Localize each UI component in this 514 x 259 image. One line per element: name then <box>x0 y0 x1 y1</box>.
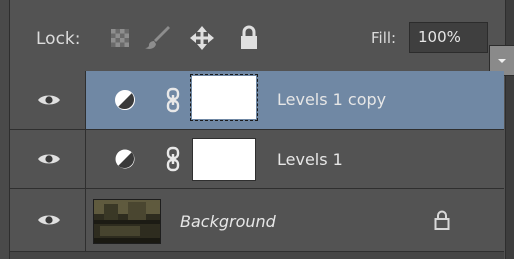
layers-panel: Lock: Fill: 100% Levels 1 copy Levels 1 … <box>0 0 514 259</box>
eye-icon <box>38 154 60 164</box>
chain-link-icon[interactable] <box>166 146 180 172</box>
layer-row-background[interactable]: Background <box>10 189 504 252</box>
layer-mask-thumbnail[interactable] <box>190 74 258 121</box>
layer-row-levels-1-copy[interactable]: Levels 1 copy <box>10 71 504 130</box>
fill-value: 100% <box>418 28 461 46</box>
panel-left-edge <box>0 0 10 259</box>
panel-scrollbar[interactable] <box>505 0 514 259</box>
background-thumbnail[interactable] <box>93 199 161 244</box>
fill-label: Fill: <box>371 29 397 47</box>
eye-icon <box>38 215 60 225</box>
brush-icon[interactable] <box>143 25 173 51</box>
lock-label: Lock: <box>36 29 81 49</box>
lock-icon <box>434 210 450 230</box>
levels-adjustment-icon <box>115 90 135 110</box>
visibility-toggle[interactable] <box>10 130 86 188</box>
layer-name[interactable]: Background <box>180 212 276 231</box>
levels-adjustment-icon <box>115 149 135 169</box>
move-icon[interactable] <box>189 25 215 51</box>
checkerboard-icon[interactable] <box>107 25 133 51</box>
layer-name[interactable]: Levels 1 <box>277 150 343 169</box>
lock-icon[interactable] <box>238 25 260 51</box>
layer-mask-thumbnail[interactable] <box>192 138 256 181</box>
chain-link-icon[interactable] <box>166 87 180 113</box>
fill-input[interactable]: 100% <box>409 22 514 76</box>
panel-bottom-edge <box>10 252 504 259</box>
background-image-thumbnail <box>94 200 160 243</box>
visibility-toggle[interactable] <box>10 189 86 251</box>
eye-icon <box>38 95 60 105</box>
visibility-toggle[interactable] <box>10 71 86 129</box>
layer-row-levels-1[interactable]: Levels 1 <box>10 130 504 189</box>
lock-fill-bar: Lock: Fill: 100% <box>10 0 514 76</box>
layer-name[interactable]: Levels 1 copy <box>277 90 386 109</box>
